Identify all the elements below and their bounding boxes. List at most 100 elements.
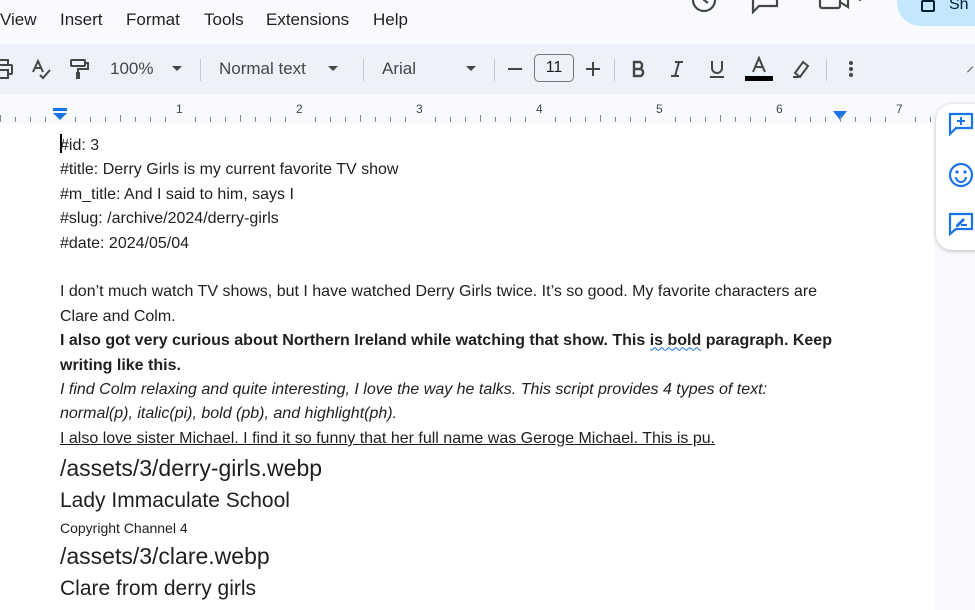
menu-extensions[interactable]: Extensions — [266, 10, 349, 30]
font-select[interactable]: Arial — [374, 44, 484, 94]
menu-insert[interactable]: Insert — [60, 10, 103, 30]
ruler-tick — [225, 117, 226, 122]
ruler-tick — [690, 117, 691, 122]
menu-view[interactable]: View — [0, 10, 37, 30]
ruler-tick — [510, 117, 511, 122]
ruler-tick — [495, 117, 496, 122]
print-icon[interactable] — [0, 44, 16, 94]
more-options-button[interactable] — [838, 44, 864, 94]
suggest-edits-icon[interactable] — [948, 212, 974, 236]
menu-tools[interactable]: Tools — [204, 10, 244, 30]
doc-line-title[interactable]: #title: Derry Girls is my current favori… — [60, 158, 840, 182]
paragraph-normal[interactable]: I don’t much watch TV shows, but I have … — [60, 280, 840, 329]
ruler-tick — [555, 117, 556, 122]
zoom-select[interactable]: 100% — [104, 44, 188, 94]
comment-history-icon[interactable] — [750, 0, 780, 19]
spelling-suggestion[interactable]: is bold — [650, 332, 702, 349]
text-color-icon — [745, 56, 773, 81]
image1-credit-line[interactable]: Copyright Channel 4 — [60, 517, 840, 539]
paragraph-bold[interactable]: I also got very curious about Northern I… — [60, 329, 840, 378]
ruler-tick — [465, 117, 466, 122]
increase-font-size-button[interactable] — [580, 44, 606, 94]
text-color-button[interactable] — [744, 44, 774, 94]
ruler-number: 6 — [776, 102, 783, 116]
ruler-tick — [840, 115, 841, 122]
doc-line-date[interactable]: #date: 2024/05/04 — [60, 232, 840, 256]
ruler-number: 4 — [536, 102, 543, 116]
paragraph-underlined[interactable]: I also love sister Michael. I find it so… — [60, 427, 840, 451]
ruler-tick — [270, 117, 271, 122]
toolbar-divider — [494, 59, 495, 81]
ruler-tick — [600, 115, 601, 122]
toolbar-divider — [363, 59, 364, 81]
empty-line[interactable] — [60, 256, 840, 280]
ruler-tick — [735, 117, 736, 122]
image2-caption-line[interactable]: Clare from derry girls — [60, 573, 840, 605]
ruler-tick — [675, 117, 676, 122]
ruler-tick — [480, 115, 481, 122]
ruler-tick — [135, 117, 136, 122]
highlight-color-button[interactable] — [788, 44, 814, 94]
decrease-font-size-button[interactable] — [502, 44, 528, 94]
ruler-tick — [720, 115, 721, 122]
italic-button[interactable] — [664, 44, 690, 94]
doc-line-m-title[interactable]: #m_title: And I said to him, says I — [60, 183, 840, 207]
ruler-tick — [15, 117, 16, 122]
style-value: Normal text — [219, 59, 306, 78]
underline-button[interactable] — [704, 44, 730, 94]
editing-mode-icon[interactable] — [966, 44, 975, 94]
image1-path-line[interactable]: /assets/3/derry-girls.webp — [60, 451, 840, 485]
ruler-number: 3 — [416, 102, 423, 116]
minus-icon — [508, 68, 522, 70]
menu-format[interactable]: Format — [126, 10, 180, 30]
share-label: Sh — [949, 0, 969, 13]
ruler-tick — [795, 117, 796, 122]
image2-path-line[interactable]: /assets/3/clare.webp — [60, 539, 840, 573]
toolbar-divider — [614, 59, 615, 81]
ruler-tick — [885, 117, 886, 122]
menu-bar: View Insert Format Tools Extensions Help… — [0, 0, 975, 44]
ruler-tick — [210, 117, 211, 122]
ruler-tick — [150, 117, 151, 122]
share-button[interactable]: Sh — [897, 0, 975, 26]
ruler-tick — [450, 117, 451, 122]
more-vert-icon — [849, 61, 853, 77]
ruler-tick — [825, 117, 826, 122]
ruler-tick — [390, 117, 391, 122]
ruler-tick — [405, 117, 406, 122]
style-select[interactable]: Normal text — [212, 44, 352, 94]
ruler-tick — [255, 117, 256, 122]
ruler-tick — [345, 117, 346, 122]
add-comment-icon[interactable] — [948, 112, 974, 136]
ruler-tick — [705, 117, 706, 122]
spellcheck-icon[interactable] — [28, 44, 54, 94]
paragraph-bold-text: I also got very curious about Northern I… — [60, 332, 650, 350]
font-size-input[interactable]: 11 — [534, 54, 574, 82]
image1-caption-line[interactable]: Lady Immaculate School — [60, 485, 840, 517]
ruler-tick — [585, 117, 586, 122]
ruler: 1 2 3 4 5 6 7 — [0, 94, 975, 124]
document-page[interactable]: #id: 3 #title: Derry Girls is my current… — [0, 124, 934, 610]
toolbar-divider — [200, 59, 201, 81]
chevron-down-icon — [327, 66, 338, 71]
emoji-reaction-icon[interactable] — [948, 162, 974, 188]
chevron-down-icon — [466, 66, 477, 71]
document-body[interactable]: #id: 3 #title: Derry Girls is my current… — [60, 134, 840, 605]
ruler-tick — [765, 117, 766, 122]
history-icon[interactable] — [690, 0, 718, 19]
lock-icon — [921, 0, 935, 12]
meet-icon[interactable] — [818, 0, 868, 19]
doc-line-id[interactable]: #id: 3 — [60, 134, 840, 158]
paragraph-italic[interactable]: I find Colm relaxing and quite interesti… — [60, 378, 840, 427]
ruler-number: 2 — [296, 102, 303, 116]
ruler-tick — [630, 117, 631, 122]
underline-icon — [710, 61, 724, 78]
ruler-tick — [240, 115, 241, 122]
menu-help[interactable]: Help — [373, 10, 408, 30]
doc-line-slug[interactable]: #slug: /archive/2024/derry-girls — [60, 207, 840, 231]
ruler-tick — [750, 117, 751, 122]
paint-format-icon[interactable] — [66, 44, 92, 94]
bold-button[interactable] — [626, 44, 652, 94]
left-indent-marker-icon[interactable] — [52, 108, 68, 120]
ruler-number: 7 — [896, 102, 903, 116]
